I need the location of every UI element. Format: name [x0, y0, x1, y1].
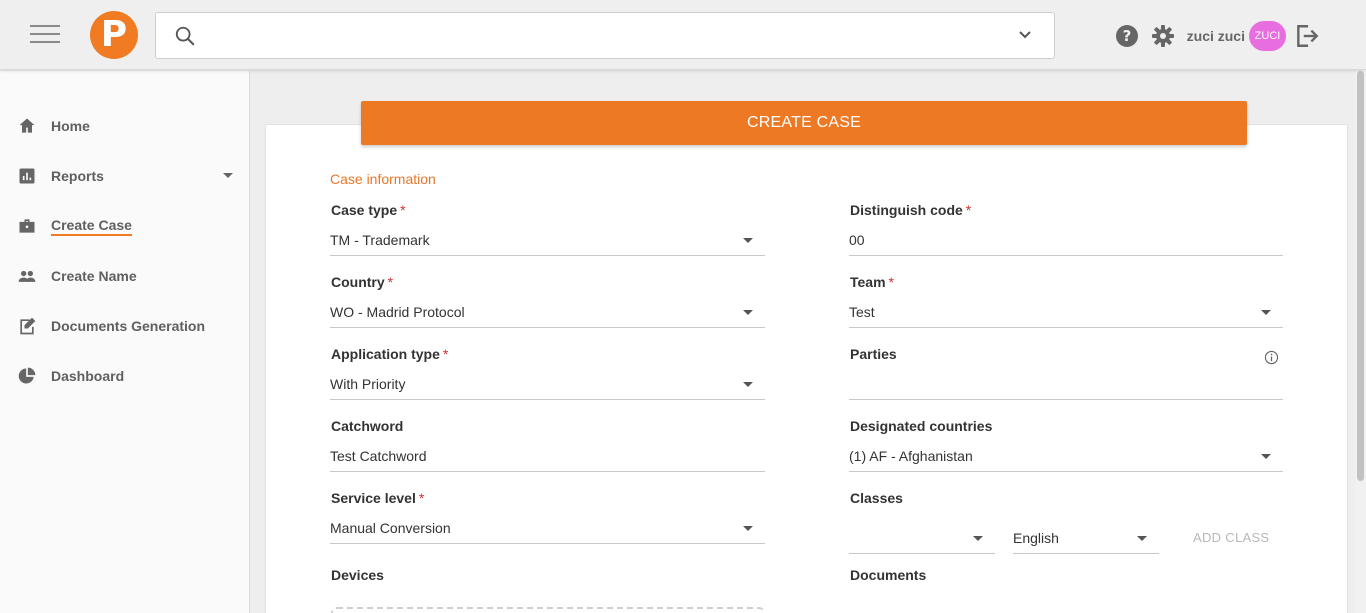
dropdown-arrow-icon	[973, 536, 983, 541]
dropdown-arrow-icon	[1261, 454, 1271, 459]
team-label: Team *	[850, 274, 894, 290]
application-type-label: Application type *	[331, 346, 449, 362]
home-icon	[19, 118, 35, 133]
app-logo[interactable]: P	[90, 11, 138, 59]
application-type-select[interactable]: With Priority	[330, 368, 765, 400]
service-level-label: Service level *	[331, 490, 425, 506]
sidebar-item-create-name[interactable]: Create Name	[0, 256, 249, 296]
sidebar-item-reports[interactable]: Reports	[0, 156, 249, 196]
distinguish-code-label: Distinguish code *	[850, 202, 972, 218]
edit-document-icon	[20, 317, 36, 335]
sidebar-item-documents-generation[interactable]: Documents Generation	[0, 306, 249, 346]
hamburger-menu-icon[interactable]	[30, 25, 60, 45]
language-select[interactable]: English	[1013, 522, 1159, 554]
sidebar-item-label: Reports	[51, 168, 104, 184]
distinguish-code-input[interactable]: 00	[849, 224, 1283, 256]
info-icon[interactable]	[1264, 350, 1279, 365]
classes-label: Classes	[850, 490, 903, 506]
documents-label: Documents	[850, 567, 927, 583]
parties-input[interactable]	[849, 368, 1283, 400]
catchword-input[interactable]: Test Catchword	[330, 440, 765, 472]
dropdown-arrow-icon	[1261, 310, 1271, 315]
service-level-select[interactable]: Manual Conversion	[330, 512, 765, 544]
logout-icon[interactable]	[1294, 23, 1320, 49]
parties-label: Parties	[850, 346, 897, 362]
country-label: Country *	[331, 274, 394, 290]
scrollbar-thumb[interactable]	[1357, 71, 1364, 481]
sidebar-item-label: Create Case	[51, 217, 132, 236]
svg-text:?: ?	[1122, 27, 1131, 45]
dropdown-arrow-icon	[1137, 536, 1147, 541]
caret-down-icon[interactable]	[223, 173, 233, 178]
sidebar-item-label: Documents Generation	[51, 318, 206, 334]
sidebar-item-label: Dashboard	[51, 368, 125, 384]
briefcase-icon	[19, 219, 35, 233]
sidebar: Home Reports Create Case Create Name Doc…	[0, 71, 250, 613]
class-select[interactable]	[849, 522, 995, 554]
page-scrollbar[interactable]	[1355, 71, 1366, 613]
section-title: Case information	[330, 171, 436, 187]
designated-countries-select[interactable]: (1) AF - Afghanistan	[849, 440, 1283, 472]
sidebar-item-label: Home	[51, 118, 90, 134]
dropdown-arrow-icon	[743, 526, 753, 531]
designated-countries-label: Designated countries	[850, 418, 993, 434]
sidebar-item-create-case[interactable]: Create Case	[0, 206, 249, 246]
search-box[interactable]	[155, 12, 1055, 59]
country-select[interactable]: WO - Madrid Protocol	[330, 296, 765, 328]
username-label: zuci zuci	[1186, 28, 1245, 44]
search-icon	[175, 26, 195, 46]
dropdown-arrow-icon	[743, 238, 753, 243]
dropdown-arrow-icon	[743, 382, 753, 387]
help-icon[interactable]: ?	[1115, 24, 1139, 48]
sidebar-item-label: Create Name	[51, 268, 137, 284]
create-case-button[interactable]: CREATE CASE	[361, 101, 1247, 145]
people-icon	[18, 270, 36, 282]
avatar[interactable]: ZUCI	[1249, 21, 1286, 51]
devices-label: Devices	[331, 567, 384, 583]
catchword-label: Catchword	[331, 418, 404, 434]
chevron-down-icon[interactable]	[1018, 30, 1032, 40]
case-type-select[interactable]: TM - Trademark	[330, 224, 765, 256]
team-select[interactable]: Test	[849, 296, 1283, 328]
top-header: P ? zuci zuci ZUCI	[0, 0, 1366, 70]
sidebar-item-home[interactable]: Home	[0, 106, 249, 146]
search-input[interactable]	[208, 21, 1008, 51]
sidebar-item-dashboard[interactable]: Dashboard	[0, 356, 249, 396]
bar-chart-icon	[19, 168, 35, 184]
gear-icon[interactable]	[1151, 24, 1175, 48]
add-class-button[interactable]: ADD CLASS	[1193, 530, 1269, 545]
case-type-label: Case type *	[331, 202, 406, 218]
pie-chart-icon	[18, 367, 36, 384]
dropdown-arrow-icon	[743, 310, 753, 315]
devices-dropzone[interactable]	[331, 607, 765, 613]
